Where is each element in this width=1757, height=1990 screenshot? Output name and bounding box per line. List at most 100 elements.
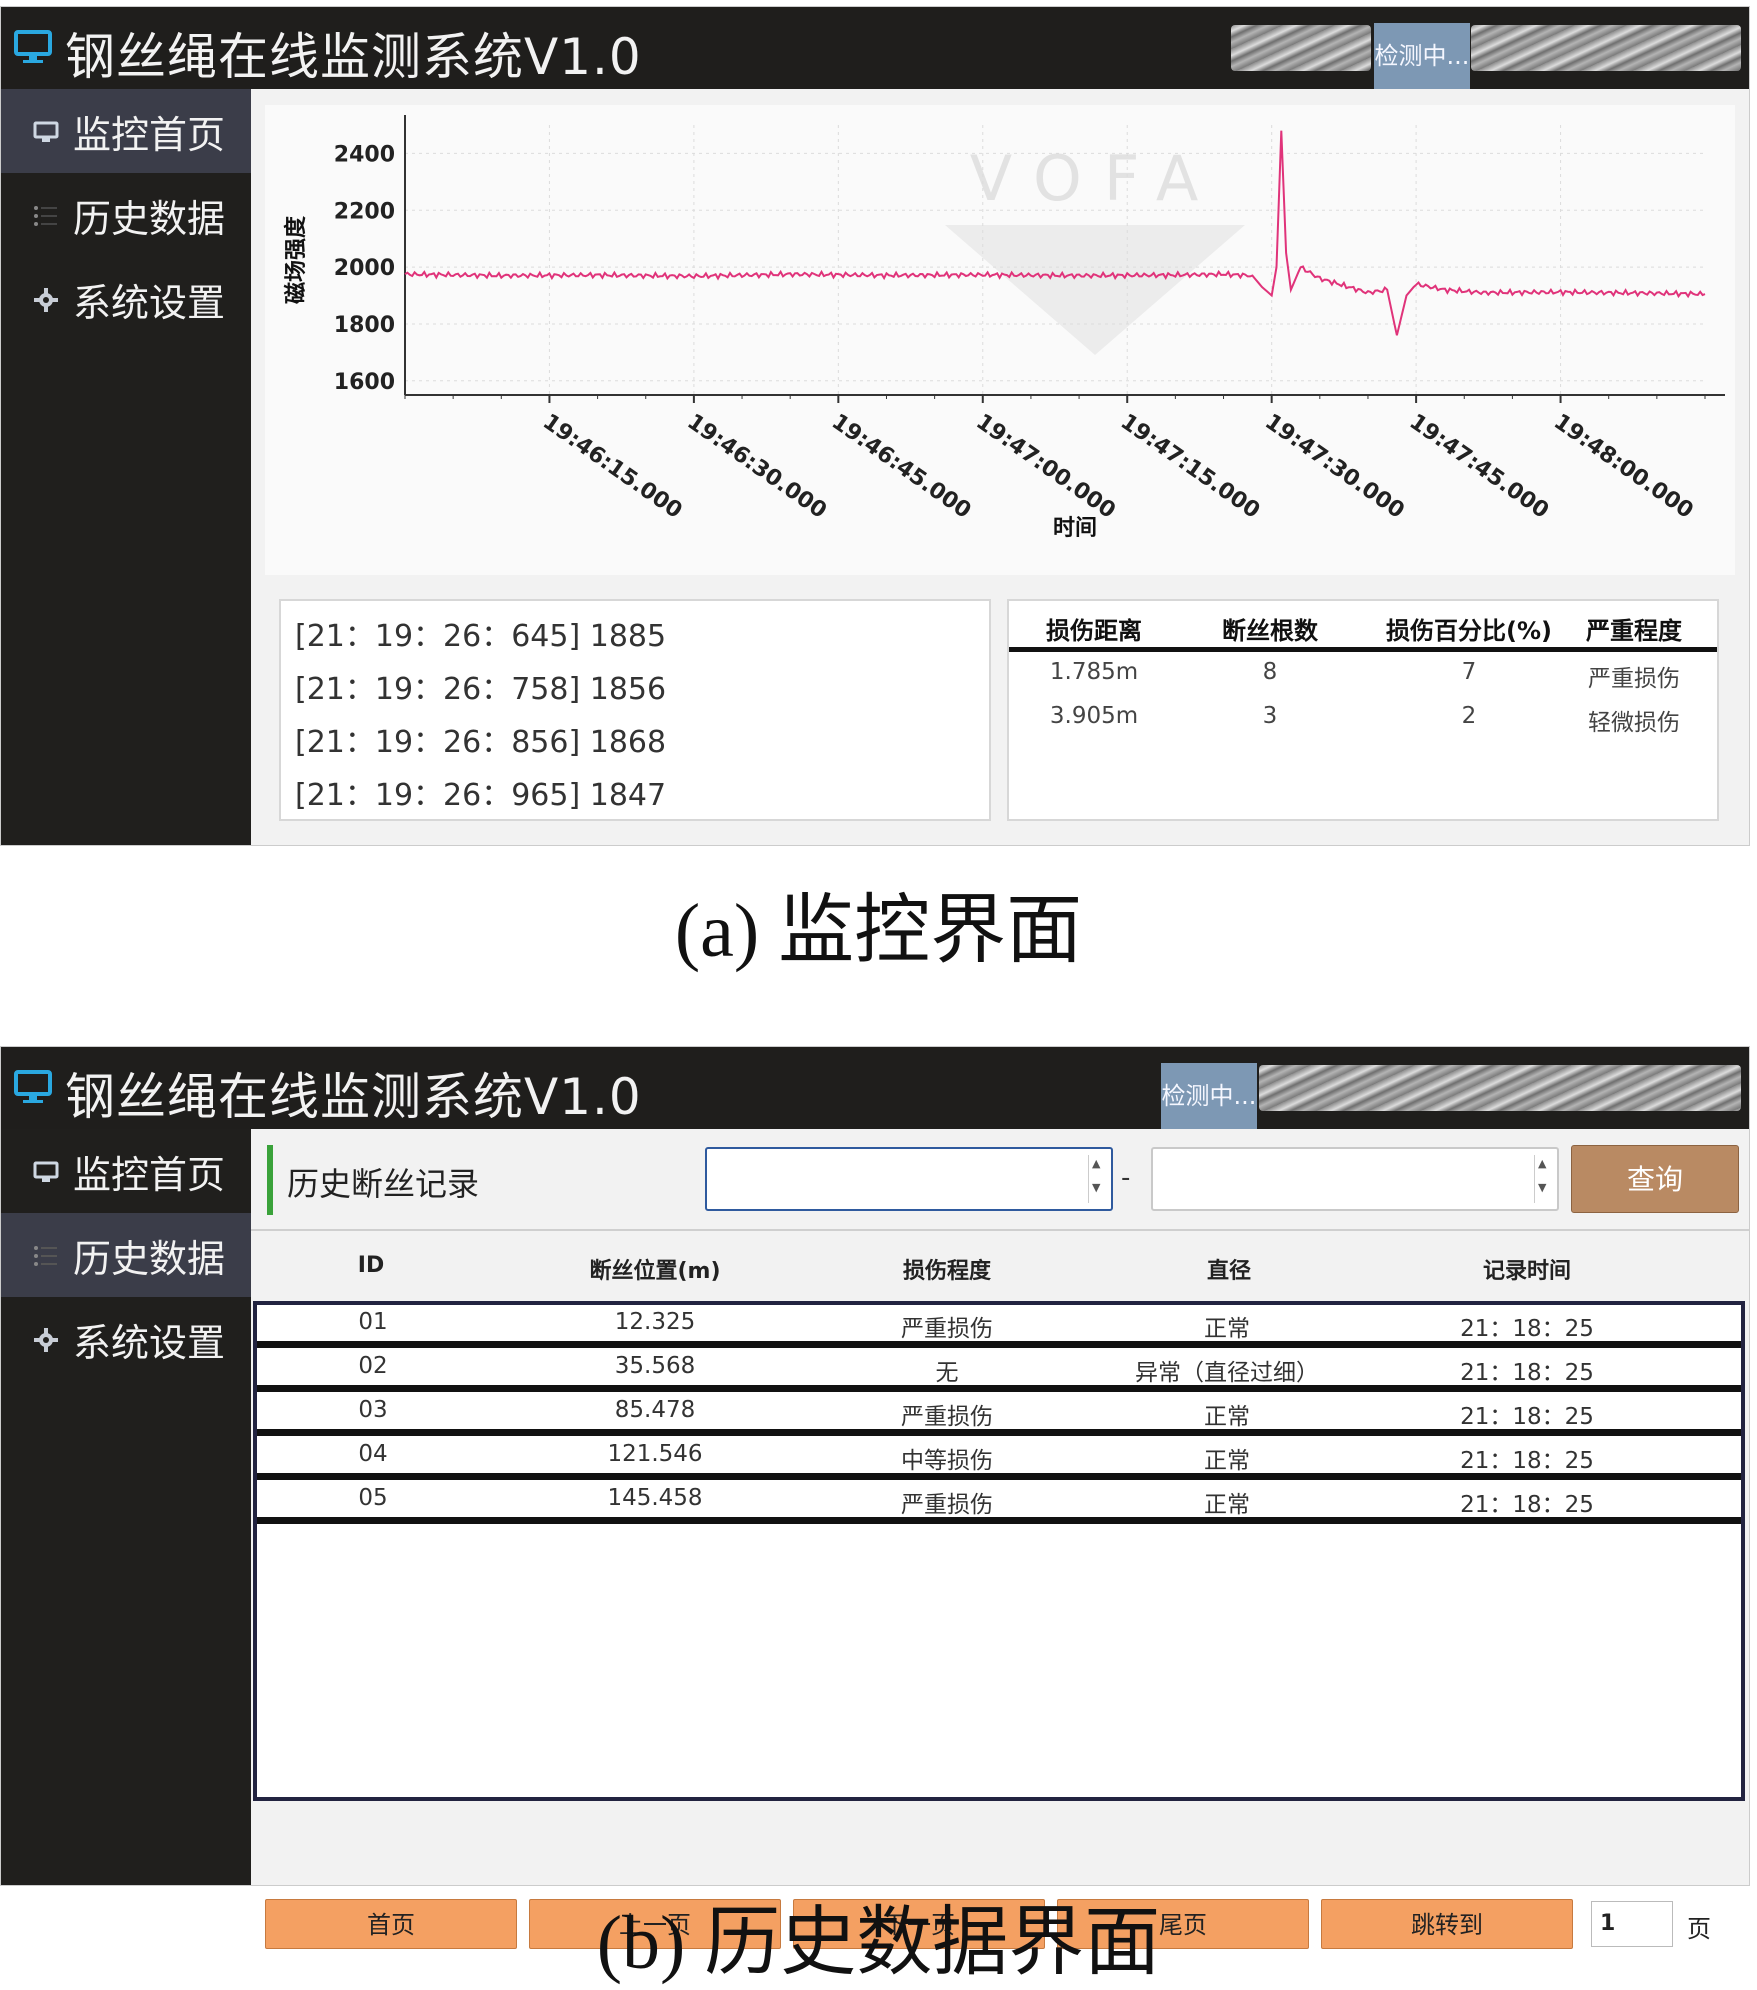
x-tick-label: 19:46:45.000	[827, 409, 975, 523]
table-cell: 121.546	[607, 1441, 703, 1467]
line-chart: VOFA1600180020002200240019:46:15.00019:4…	[283, 115, 1725, 541]
section-title: 历史断丝记录	[287, 1165, 480, 1203]
table-cell: 21：18：25	[1460, 1316, 1594, 1342]
x-tick-label: 19:47:00.000	[971, 409, 1119, 523]
gear-icon	[34, 288, 58, 312]
table-cell: 85.478	[614, 1397, 696, 1423]
table-cell: 严重损伤	[901, 1492, 993, 1518]
table-cell: 严重损伤	[901, 1404, 993, 1430]
wire-rope-banner	[1231, 25, 1371, 71]
table-cell: 21：18：25	[1460, 1404, 1594, 1430]
table-cell: 03	[358, 1397, 388, 1423]
magnetic-field-chart: VOFA 1600 1800 2000 2200 2400 19:46:15.000 19:4…	[265, 105, 1735, 575]
nav-label: 监控首页	[73, 1152, 226, 1197]
chevron-down-icon[interactable]: ▼	[1092, 1181, 1100, 1194]
column-header: 损伤距离	[1046, 617, 1142, 645]
column-header: ID	[357, 1253, 385, 1278]
table-cell: 01	[358, 1309, 388, 1335]
table-cell: 无	[935, 1360, 959, 1386]
x-tick-label: 19:47:15.000	[1116, 409, 1264, 523]
start-time-input[interactable]: ▲ ▼	[705, 1147, 1113, 1211]
table-cell: 21：18：25	[1460, 1492, 1594, 1518]
table-cell: 145.458	[607, 1485, 703, 1511]
column-header: 严重程度	[1586, 617, 1682, 645]
list-icon	[34, 206, 57, 226]
damage-table: 损伤距离 断丝根数 损伤百分比(%) 严重程度 1.785m 8 7 严重损伤 …	[1007, 599, 1719, 821]
nav-settings[interactable]: 系统设置	[1, 257, 251, 341]
chevron-up-icon[interactable]: ▲	[1538, 1157, 1546, 1170]
table-cell: 21：18：25	[1460, 1448, 1594, 1474]
column-header: 断丝位置(m)	[589, 1259, 721, 1284]
y-tick-label: 2000	[334, 256, 395, 281]
x-axis-label: 时间	[1053, 516, 1097, 541]
sidebar: 监控首页 历史数据 系统设置	[1, 1129, 251, 1885]
table-row[interactable]: 05 145.458 严重损伤 正常 21：18：25	[257, 1481, 1741, 1524]
table-row[interactable]: 01 12.325 严重损伤 正常 21：18：25	[257, 1305, 1741, 1348]
table-cell: 21：18：25	[1460, 1360, 1594, 1386]
nav-label: 历史数据	[73, 196, 226, 241]
table-cell: 04	[358, 1441, 388, 1467]
caption-b: (b) 历史数据界面	[596, 1901, 1161, 1985]
y-axis-label: 磁场强度	[283, 215, 309, 304]
column-header: 记录时间	[1482, 1259, 1571, 1284]
range-separator: -	[1121, 1163, 1131, 1193]
table-cell: 严重损伤	[901, 1316, 993, 1342]
end-time-input[interactable]: ▲ ▼	[1151, 1147, 1559, 1211]
table-cell: 7	[1461, 659, 1477, 685]
realtime-log: [21：19：26：645] 1885 [21：19：26：758] 1856 …	[279, 599, 991, 821]
table-cell: 12.325	[614, 1309, 696, 1335]
table-cell: 1.785m	[1049, 659, 1139, 685]
nav-monitor-home[interactable]: 监控首页	[1, 89, 251, 173]
monitor-content: VOFA 1600 1800 2000 2200 2400 19:46:15.000 19:4…	[251, 89, 1749, 845]
status-indicator: 检测中...	[1161, 1063, 1257, 1129]
table-cell: 2	[1461, 703, 1477, 729]
chevron-up-icon[interactable]: ▲	[1092, 1157, 1100, 1170]
monitor-icon	[33, 1161, 59, 1182]
gear-icon	[34, 1328, 58, 1352]
table-cell: 中等损伤	[901, 1448, 993, 1474]
chevron-down-icon[interactable]: ▼	[1538, 1181, 1546, 1194]
y-tick-label: 1800	[334, 313, 395, 338]
table-cell: 3.905m	[1049, 703, 1139, 729]
log-line: [21：19：26：645] 1885	[295, 619, 667, 654]
table-cell: 05	[358, 1485, 388, 1511]
header-divider	[1009, 647, 1717, 652]
x-tick-label: 19:47:45.000	[1405, 409, 1553, 523]
table-row[interactable]: 03 85.478 严重损伤 正常 21：18：25	[257, 1393, 1741, 1436]
column-header: 断丝根数	[1222, 617, 1318, 645]
nav-history[interactable]: 历史数据	[1, 173, 251, 257]
nav-monitor-home[interactable]: 监控首页	[1, 1129, 251, 1213]
monitor-icon	[14, 30, 52, 63]
history-content: 历史断丝记录 ▲ ▼ - ▲ ▼ 查询 ID 断丝位置(m) 损伤程度 直径 记…	[251, 1129, 1749, 1949]
section-accent	[267, 1145, 273, 1215]
y-tick-label: 1600	[334, 370, 395, 395]
nav-label: 系统设置	[73, 1320, 226, 1365]
table-cell: 异常（直径过细）	[1135, 1360, 1319, 1386]
list-icon	[34, 1246, 57, 1266]
nav-label: 监控首页	[73, 112, 226, 157]
spinner-arrows[interactable]: ▲ ▼	[1088, 1155, 1107, 1203]
history-table: 01 12.325 严重损伤 正常 21：18：25 02 35.568 无 异…	[253, 1301, 1745, 1801]
divider	[251, 1229, 1749, 1231]
x-tick-label: 19:46:15.000	[538, 409, 686, 523]
app-title: 钢丝绳在线监测系统V1.0	[65, 28, 642, 86]
spinner-arrows[interactable]: ▲ ▼	[1534, 1155, 1553, 1203]
query-button[interactable]: 查询	[1571, 1145, 1739, 1213]
log-line: [21：19：26：758] 1856	[295, 672, 667, 707]
nav-settings[interactable]: 系统设置	[1, 1297, 251, 1381]
title-bar: 钢丝绳在线监测系统V1.0 检测中...	[1, 1047, 1749, 1129]
nav-history[interactable]: 历史数据	[1, 1213, 251, 1297]
table-cell: 8	[1262, 659, 1278, 685]
table-cell: 正常	[1204, 1404, 1250, 1430]
table-row[interactable]: 02 35.568 无 异常（直径过细） 21：18：25	[257, 1349, 1741, 1392]
watermark-logo	[945, 225, 1245, 355]
y-tick-label: 2200	[334, 199, 395, 224]
log-line: [21：19：26：965] 1847	[295, 778, 667, 813]
table-cell: 正常	[1204, 1448, 1250, 1474]
table-row[interactable]: 04 121.546 中等损伤 正常 21：18：25	[257, 1437, 1741, 1480]
nav-label: 系统设置	[73, 280, 226, 325]
column-header: 损伤百分比(%)	[1386, 617, 1552, 645]
column-header: 直径	[1206, 1259, 1251, 1284]
table-cell: 35.568	[614, 1353, 696, 1379]
table-cell: 正常	[1204, 1492, 1250, 1518]
